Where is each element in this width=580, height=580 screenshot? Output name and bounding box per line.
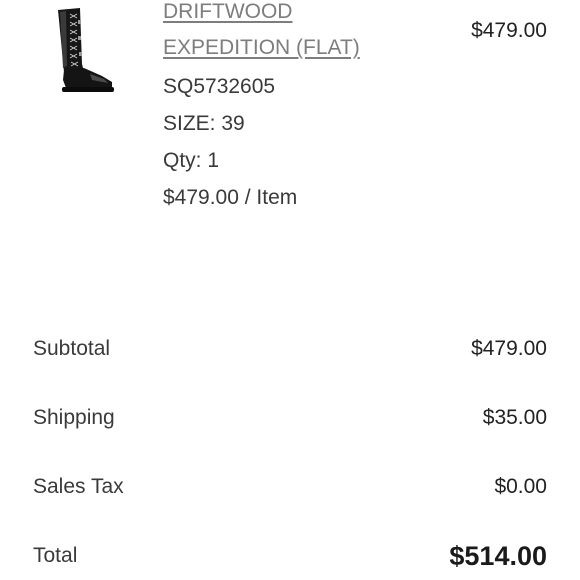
product-quantity: Qty: 1 xyxy=(163,149,220,172)
line-item-price: $479.00 xyxy=(471,19,547,42)
product-unit-price: $479.00 / Item xyxy=(163,186,298,209)
subtotal-label: Subtotal xyxy=(33,337,111,360)
subtotal-value: $479.00 xyxy=(471,337,547,360)
product-name-link[interactable]: DRIFTWOOD EXPEDITION (FLAT) xyxy=(163,0,423,66)
total-label: Total xyxy=(33,544,78,567)
product-size: SIZE: 39 xyxy=(163,112,245,135)
product-name-line1[interactable]: DRIFTWOOD xyxy=(163,0,292,23)
total-value: $514.00 xyxy=(449,540,547,571)
boot-image[interactable] xyxy=(46,6,120,96)
shipping-row: Shipping $35.00 xyxy=(33,402,547,434)
product-sku: SQ5732605 xyxy=(163,75,276,98)
cart-line-item: DRIFTWOOD EXPEDITION (FLAT) SQ5732605 SI… xyxy=(0,0,580,230)
shipping-label: Shipping xyxy=(33,406,115,429)
sales-tax-label: Sales Tax xyxy=(33,475,124,498)
subtotal-row: Subtotal $479.00 xyxy=(33,333,547,365)
shipping-value: $35.00 xyxy=(482,406,547,429)
sales-tax-value: $0.00 xyxy=(494,475,547,498)
product-name-line2[interactable]: EXPEDITION (FLAT) xyxy=(163,36,360,59)
total-row: Total $514.00 xyxy=(33,540,547,572)
sales-tax-row: Sales Tax $0.00 xyxy=(33,471,547,503)
